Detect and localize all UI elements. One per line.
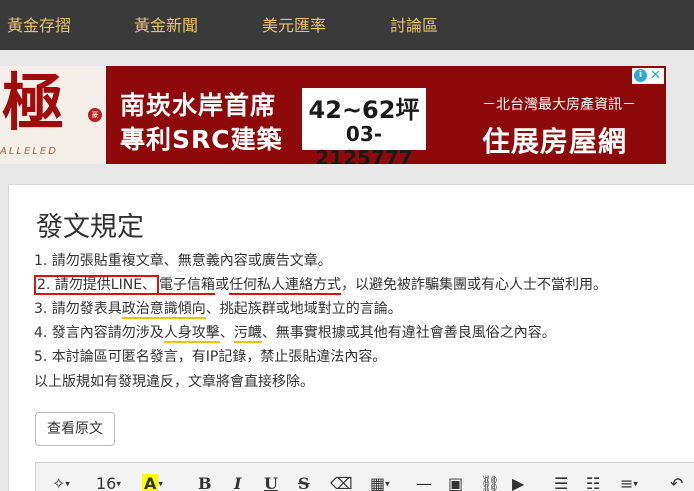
- ad-seal-icon: 豪: [88, 108, 102, 122]
- align-icon: ≡: [620, 474, 634, 491]
- horizontal-rule-icon[interactable]: —: [416, 473, 432, 491]
- nav-item-forum[interactable]: 討論區: [390, 0, 438, 50]
- chevron-down-icon: ▾: [116, 479, 121, 490]
- chevron-down-icon: ▾: [158, 479, 163, 490]
- ad-banner[interactable]: 極 豪 ALLELED 南崁水岸首席 專利SRC建築 42~62坪 03-212…: [0, 66, 666, 164]
- chevron-down-icon: ▾: [65, 479, 70, 490]
- strikethrough-button[interactable]: S: [298, 473, 310, 491]
- chevron-down-icon: ▾: [633, 479, 638, 490]
- table-icon: ▦: [370, 474, 386, 491]
- ad-subtitle: ALLELED: [0, 146, 58, 157]
- rule-2-rest: ，以避免被詐騙集團或有心人士不當利用。: [341, 277, 608, 293]
- rule-3-start: 3. 請勿發表具: [34, 301, 122, 317]
- text-color-icon: A: [142, 474, 159, 491]
- eraser-icon[interactable]: ⌫: [330, 473, 353, 491]
- rule-2-contact: 任何私人連絡方式: [229, 277, 342, 295]
- magic-glyph: ✧: [52, 474, 66, 491]
- nav-item-gold-passbook[interactable]: 黃金存摺: [7, 0, 71, 50]
- top-nav: 黃金存摺 黃金新聞 美元匯率 討論區: [0, 0, 694, 50]
- ordered-list-icon[interactable]: ☷: [586, 473, 600, 491]
- ad-logo: 極: [2, 66, 65, 139]
- rule-4-sep: 、: [219, 325, 234, 341]
- editor-toolbar: ✧▾ 16▾ A ▾ B I U S ⌫ ▦▾ — ▣ ⛓ ▶ ☰ ☷ ≡▾ ↶: [35, 462, 694, 491]
- unordered-list-icon[interactable]: ☰: [554, 473, 568, 491]
- posting-rules-panel: 發文規定 1. 請勿張貼重複文章、無意義內容或廣告文章。 2. 請勿提供LINE…: [8, 184, 694, 491]
- rule-3-political: 政治意識傾向: [121, 301, 206, 319]
- bold-button[interactable]: B: [198, 473, 212, 491]
- link-icon[interactable]: ⛓: [480, 473, 500, 491]
- rule-5: 5. 本討論區可匿名發言，有IP記錄，禁止張貼違法內容。: [34, 349, 387, 365]
- table-button[interactable]: ▦▾: [370, 473, 390, 491]
- text-color-button[interactable]: A ▾: [142, 473, 163, 491]
- rule-4-personal-attack: 人身攻擊: [163, 325, 220, 343]
- nav-item-usd-rate[interactable]: 美元匯率: [262, 0, 326, 50]
- underline-button[interactable]: U: [264, 473, 278, 491]
- video-icon[interactable]: ▶: [512, 473, 524, 491]
- page-title: 發文規定: [36, 212, 144, 243]
- rule-4-rest: 、無事實根據或其他有違社會善良風俗之內容。: [261, 325, 556, 341]
- chevron-down-icon: ▾: [385, 479, 390, 490]
- ad-logo-area: 極 豪 ALLELED: [0, 66, 106, 164]
- rule-4-start: 4. 發言內容請勿涉及: [34, 325, 164, 341]
- rule-3: 3. 請勿發表具政治意識傾向、挑起族群或地域對立的言論。: [34, 299, 402, 319]
- view-original-button[interactable]: 查看原文: [35, 412, 115, 446]
- adchoices[interactable]: i ✕: [632, 68, 664, 84]
- rule-4-slander: 污衊: [233, 325, 262, 343]
- ad-tagline: －北台灣最大房產資訊－: [482, 97, 636, 113]
- image-icon[interactable]: ▣: [448, 473, 463, 491]
- ad-brand: 住展房屋網: [482, 125, 628, 158]
- font-size-select[interactable]: 16▾: [96, 473, 121, 491]
- ad-headline-1: 南崁水岸首席: [120, 91, 277, 120]
- rule-footer: 以上版規如有發現違反，文章將會直接移除。: [34, 374, 314, 390]
- font-size-value: 16: [96, 474, 117, 491]
- rule-2-boxed: 2. 請勿提供LINE、: [34, 275, 160, 295]
- ad-info-icon[interactable]: i: [634, 69, 647, 82]
- rule-3-rest: 、挑起族群或地域對立的言論。: [205, 301, 402, 317]
- ad-price: 42~62坪: [308, 96, 420, 124]
- ad-phone: 03-2125777: [315, 122, 413, 164]
- align-button[interactable]: ≡▾: [620, 473, 638, 491]
- ad-close-icon[interactable]: ✕: [649, 69, 662, 82]
- rule-2: 2. 請勿提供LINE、 電子信箱或任何私人連絡方式，以避免被詐騙集團或有心人士不…: [34, 275, 607, 295]
- ad-headline-2: 專利SRC建築: [120, 125, 283, 154]
- undo-icon[interactable]: ↶: [670, 473, 683, 491]
- rule-2-or: 或: [215, 277, 230, 293]
- magic-icon[interactable]: ✧▾: [52, 473, 70, 491]
- rule-4: 4. 發言內容請勿涉及人身攻擊、污衊、無事實根據或其他有違社會善良風俗之內容。: [34, 323, 556, 343]
- rule-2-email: 電子信箱: [159, 277, 216, 295]
- rule-1: 1. 請勿張貼重複文章、無意義內容或廣告文章。: [34, 253, 332, 269]
- italic-button[interactable]: I: [234, 473, 241, 491]
- ad-price-box: 42~62坪 03-2125777: [302, 88, 426, 164]
- nav-item-gold-news[interactable]: 黃金新聞: [134, 0, 198, 50]
